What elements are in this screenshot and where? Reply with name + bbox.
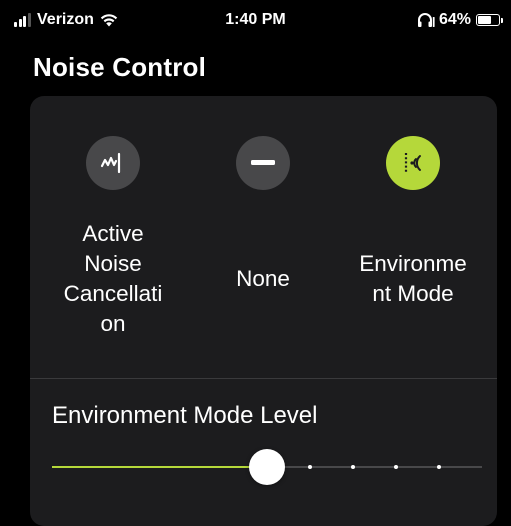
divider bbox=[30, 378, 497, 379]
noise-cancellation-icon bbox=[100, 152, 121, 174]
battery-icon bbox=[476, 14, 500, 26]
slider-tick bbox=[351, 465, 355, 469]
slider-thumb[interactable] bbox=[249, 449, 285, 485]
mode-anc-circle[interactable] bbox=[86, 136, 140, 190]
slider-track-fill bbox=[52, 466, 267, 468]
slider-tick bbox=[437, 465, 441, 469]
battery-tip bbox=[501, 17, 503, 23]
battery-fill bbox=[478, 16, 491, 24]
mode-anc-label: Active Noise Cancellati on bbox=[63, 221, 163, 336]
mode-none[interactable]: None bbox=[188, 96, 338, 378]
status-right: 64% bbox=[417, 11, 503, 29]
mode-active-noise-cancellation[interactable]: Active Noise Cancellati on bbox=[38, 96, 188, 378]
mode-environment[interactable]: Environme nt Mode bbox=[338, 96, 488, 378]
slider-tick bbox=[308, 465, 312, 469]
noise-control-card: Active Noise Cancellati on None Environm… bbox=[30, 96, 497, 526]
battery-percent: 64% bbox=[438, 11, 471, 28]
environment-mode-icon bbox=[404, 153, 421, 173]
slider-tick bbox=[394, 465, 398, 469]
minus-icon bbox=[251, 160, 275, 165]
level-title: Environment Mode Level bbox=[52, 402, 318, 429]
status-bar: Verizon 1:40 PM 64% bbox=[0, 0, 511, 40]
environment-level-slider[interactable] bbox=[52, 449, 482, 485]
mode-none-circle[interactable] bbox=[236, 136, 290, 190]
headphones-battery-icon bbox=[417, 13, 435, 27]
mode-none-label: None bbox=[236, 266, 290, 291]
page-title: Noise Control bbox=[33, 52, 207, 82]
mode-environment-circle[interactable] bbox=[386, 136, 440, 190]
mode-environment-label: Environme nt Mode bbox=[359, 251, 467, 306]
